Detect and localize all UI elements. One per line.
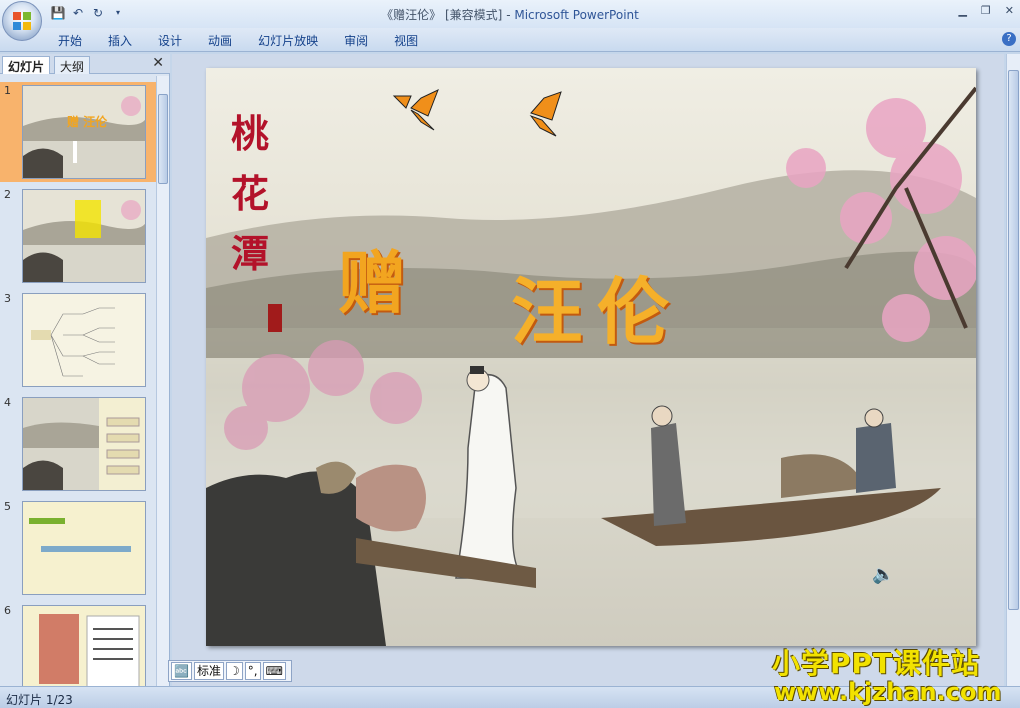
app-name: Microsoft PowerPoint [514, 8, 639, 22]
ime-icon[interactable]: 🔤 [171, 662, 192, 680]
poem-title-name: 汪伦 [511, 269, 684, 354]
compat-mode: [兼容模式] [445, 8, 503, 22]
slide-number: 6 [4, 604, 11, 617]
tab-slides[interactable]: 幻灯片 [2, 56, 51, 74]
tab-slideshow[interactable]: 幻灯片放映 [258, 32, 330, 49]
tab-outline[interactable]: 大纲 [54, 56, 91, 74]
watermark-url: www.kjzhan.com [774, 678, 1002, 706]
document-name: 《赠汪伦》 [381, 8, 442, 22]
office-button[interactable] [2, 1, 42, 41]
close-window-icon[interactable]: ✕ [1005, 4, 1014, 17]
slide-thumbnail-1[interactable]: 赠 汪伦 [22, 85, 146, 179]
thumbnail-row[interactable]: 1 赠 汪伦 [0, 82, 156, 182]
current-slide[interactable]: 桃 花 潭 赠 汪伦 🔈 [206, 68, 976, 646]
office-logo-icon [13, 12, 31, 30]
slide-number: 2 [4, 188, 11, 201]
slide-number: 1 [4, 84, 11, 97]
thumbnail-row[interactable]: 2 [0, 186, 156, 286]
close-pane-icon[interactable]: ✕ [152, 55, 164, 71]
slide-number: 5 [4, 500, 11, 513]
tab-animation[interactable]: 动画 [208, 32, 244, 49]
tab-review[interactable]: 审阅 [344, 32, 380, 49]
tab-insert[interactable]: 插入 [108, 32, 144, 49]
slide-counter: 幻灯片 1/23 [6, 693, 73, 707]
view-toolbar: 🔤 标准 ☽ °, ⌨ [168, 660, 292, 682]
tab-design[interactable]: 设计 [158, 32, 194, 49]
keyboard-icon[interactable]: ⌨ [262, 662, 286, 680]
thumbnail-list: 1 赠 汪伦 2 3 4 5 6 [0, 76, 156, 686]
slides-pane: 幻灯片 大纲 ✕ 1 赠 汪伦 2 3 4 5 6 [0, 54, 170, 686]
slide-scrollbar[interactable] [1006, 54, 1020, 686]
slide-thumbnail-6[interactable] [22, 605, 146, 686]
restore-icon[interactable]: ❐ [981, 4, 991, 17]
minimize-icon[interactable]: ▁ [958, 4, 966, 17]
ribbon: 开始 插入 设计 动画 幻灯片放映 审阅 视图 ? [0, 28, 1020, 52]
slide-thumbnail-4[interactable] [22, 397, 146, 491]
slide-number: 4 [4, 396, 11, 409]
scrollbar-thumb[interactable] [158, 94, 168, 184]
watermark-title: 小学PPT课件站 [772, 647, 981, 680]
thumbnail-row[interactable]: 4 [0, 394, 156, 494]
slide-thumbnail-2[interactable] [22, 189, 146, 283]
ribbon-tabs: 开始 插入 设计 动画 幻灯片放映 审阅 视图 [58, 32, 444, 49]
help-icon[interactable]: ? [1002, 32, 1016, 46]
butterfly-icon [392, 89, 439, 131]
site-watermark: 小学PPT课件站 www.kjzhan.com [772, 642, 1001, 706]
punctuation-icon[interactable]: °, [244, 662, 261, 680]
thumbnail-scrollbar[interactable] [156, 76, 169, 686]
title-bar: 💾 ↶ ↻ ▾ 《赠汪伦》 [兼容模式] - Microsoft PowerPo… [0, 0, 1020, 28]
slide-thumbnail-5[interactable] [22, 501, 146, 595]
vertical-title: 桃 花 潭 [230, 111, 269, 276]
window-title: 《赠汪伦》 [兼容模式] - Microsoft PowerPoint [381, 8, 639, 22]
svg-text:赠 汪伦: 赠 汪伦 [67, 114, 108, 129]
slide-thumbnail-3[interactable] [22, 293, 146, 387]
thumbnail-row[interactable]: 6 [0, 602, 156, 686]
window-controls: ▁ ❐ ✕ [958, 4, 1014, 17]
speaker-icon[interactable]: 🔈 [872, 564, 894, 585]
poem-title-word: 赠 [338, 244, 407, 324]
butterfly-icon [529, 91, 562, 137]
tab-view[interactable]: 视图 [394, 32, 430, 49]
thumbnail-row[interactable]: 5 [0, 498, 156, 598]
scrollbar-thumb[interactable] [1008, 70, 1019, 610]
thumbnail-row[interactable]: 3 [0, 290, 156, 390]
moon-icon[interactable]: ☽ [225, 662, 243, 680]
tab-home[interactable]: 开始 [58, 32, 94, 49]
red-seal [268, 304, 282, 332]
slide-number: 3 [4, 292, 11, 305]
ime-mode-label[interactable]: 标准 [193, 662, 224, 680]
pane-tabs: 幻灯片 大纲 ✕ [0, 54, 170, 74]
